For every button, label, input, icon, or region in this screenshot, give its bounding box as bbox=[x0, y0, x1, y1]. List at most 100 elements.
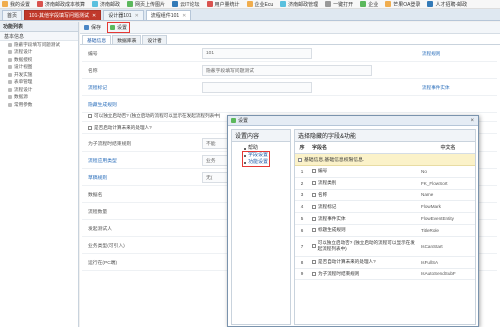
bookmark-icon bbox=[37, 1, 44, 7]
bookmark-icon bbox=[427, 1, 434, 7]
checkbox[interactable] bbox=[312, 228, 316, 233]
checkbox[interactable] bbox=[312, 216, 316, 221]
field-selection-header: 选择隐藏的字段&功能 bbox=[295, 130, 475, 142]
future-handler-checkbox[interactable]: 是否启动计算未来的处理人? bbox=[82, 125, 152, 131]
tab-bar: 首页 101-其他字段填写问题测试 ✕ 设计器101 ✕ 流程组件101 ✕ bbox=[0, 9, 500, 21]
tab-database-table[interactable]: 数据库表 bbox=[112, 35, 142, 44]
toolbar: 保存 设置 bbox=[80, 22, 500, 34]
checkbox[interactable] bbox=[312, 169, 316, 174]
sidebar-group-title[interactable]: 基本信息 bbox=[0, 32, 78, 41]
sidebar-item[interactable]: 开发实施 bbox=[0, 71, 78, 79]
bookmark-icon bbox=[246, 1, 253, 7]
table-row[interactable]: 8 是否自动计算未来的处理人? IsFullSA bbox=[295, 257, 475, 269]
save-icon bbox=[84, 25, 89, 30]
checkbox[interactable] bbox=[88, 113, 92, 118]
table-row[interactable]: 7 可以独立启动否? (独立启动的流程可以显示在发起流程列表中) IsCanStar… bbox=[295, 237, 475, 257]
sidebar-item[interactable]: 数据授权 bbox=[0, 56, 78, 64]
bookmark-icon bbox=[280, 1, 287, 7]
bookmark-item[interactable]: 济南邮政成本核算 bbox=[37, 1, 85, 8]
sidebar-item[interactable]: 流程设计 bbox=[0, 49, 78, 57]
form-link[interactable]: 流程事件实体 bbox=[422, 85, 450, 91]
sidebar-item[interactable]: 数据源 bbox=[0, 94, 78, 102]
sidebar-item[interactable]: 隐蔽字段填写问题测试 bbox=[0, 41, 78, 49]
field-value[interactable] bbox=[202, 82, 312, 93]
bookmark-icon bbox=[325, 1, 332, 7]
start-independently-checkbox[interactable]: 可以独立启动否? (独立启动的流程可以显示在发起流程列表中) bbox=[82, 113, 220, 119]
bookmark-item[interactable]: 济南邮政 bbox=[92, 1, 120, 8]
gear-icon bbox=[110, 25, 116, 30]
gear-icon bbox=[231, 118, 236, 123]
tab-designer-info[interactable]: 设计者 bbox=[142, 35, 167, 44]
sidebar-item[interactable]: 流程设计 bbox=[0, 86, 78, 94]
tab-basic-info[interactable]: 基础信息 bbox=[82, 35, 112, 44]
sidebar-header: 功能列表 bbox=[0, 22, 78, 32]
bookmark-icon bbox=[2, 1, 8, 7]
checkbox[interactable] bbox=[312, 181, 316, 186]
highlight-box bbox=[242, 151, 270, 167]
tab-flow-test[interactable]: 101-其他字段填写问题测试 ✕ bbox=[24, 10, 102, 20]
bookmark-item[interactable]: 企业 bbox=[360, 1, 378, 8]
settings-nav-header: 设置内容 bbox=[232, 130, 290, 142]
close-icon[interactable]: × bbox=[470, 118, 474, 124]
bookmark-item[interactable]: 芒果OA登录 bbox=[385, 1, 420, 8]
table-row[interactable]: 5 流程事件实体 FlowEventEntity bbox=[295, 213, 475, 225]
sidebar: 功能列表 基本信息 隐蔽字段填写问题测试 流程设计 数据授权 设计视图 开发实施… bbox=[0, 22, 79, 327]
table-row[interactable]: 1 编号 No bbox=[295, 166, 475, 178]
bookmark-icon bbox=[172, 1, 179, 7]
close-icon[interactable]: ✕ bbox=[182, 13, 186, 19]
form-link[interactable]: 流程规则 bbox=[422, 51, 440, 57]
bookmark-item[interactable]: 我的设置 bbox=[2, 1, 30, 8]
tab-flow-properties[interactable]: 流程组件101 ✕ bbox=[145, 10, 192, 20]
sidebar-item[interactable]: 常用参数 bbox=[0, 101, 78, 109]
checkbox[interactable] bbox=[312, 271, 316, 276]
bookmark-icon bbox=[206, 1, 213, 7]
bookmark-icon bbox=[127, 1, 134, 7]
bookmark-icon bbox=[385, 1, 392, 7]
table-row[interactable]: 3 名称 Name bbox=[295, 190, 475, 202]
close-icon[interactable]: ✕ bbox=[135, 13, 139, 19]
page-icon bbox=[8, 65, 12, 70]
settings-button[interactable]: 设置 bbox=[107, 22, 131, 33]
close-icon[interactable]: ✕ bbox=[92, 13, 96, 19]
checkbox[interactable] bbox=[312, 192, 316, 197]
group-row[interactable]: 基础信息,基础信息权限信息. bbox=[295, 154, 475, 166]
sidebar-item[interactable]: 表单管理 bbox=[0, 79, 78, 87]
bullet-icon bbox=[244, 147, 246, 150]
table-row[interactable]: 4 流程标记 FlowMark bbox=[295, 201, 475, 214]
tab-designer[interactable]: 设计器101 ✕ bbox=[103, 10, 144, 20]
field-selection-panel: 选择隐藏的字段&功能 序 字段名 中文名 基础信息,基础信息权限信息. 1 编号 N… bbox=[294, 129, 476, 325]
page-icon bbox=[8, 50, 12, 55]
page-icon bbox=[8, 42, 12, 47]
checkbox[interactable] bbox=[312, 260, 316, 265]
field-value[interactable]: 101 bbox=[202, 48, 312, 59]
table-row[interactable]: 9 为子流程时结束规则 IsAutoSendSubF bbox=[295, 269, 475, 281]
subtab-bar: 基础信息 数据库表 设计者 bbox=[80, 35, 500, 45]
tab-home[interactable]: 首页 bbox=[2, 10, 23, 20]
settings-dialog: 设置 × 设置内容 帮助 字段设置 功能设置 选择隐藏的字段&功能 序 字段名 … bbox=[227, 115, 479, 327]
bookmark-item[interactable]: 济南邮政管理 bbox=[280, 1, 318, 8]
field-value[interactable]: 隐蔽字段填写问题测试 bbox=[202, 65, 372, 76]
table-row[interactable]: 2 流程类别 FK_FlowSort bbox=[295, 178, 475, 190]
bookmark-item[interactable]: 企业Ecu bbox=[246, 1, 273, 8]
bookmark-item[interactable]: 云IT论坛 bbox=[172, 1, 200, 8]
page-icon bbox=[8, 87, 12, 92]
form-row: 名称 隐蔽字段填写问题测试 bbox=[82, 63, 497, 79]
sidebar-item[interactable]: 设计视图 bbox=[0, 64, 78, 72]
bookmark-item[interactable]: 网页上传图片 bbox=[127, 1, 165, 8]
form-row: 流程标记 流程事件实体 bbox=[82, 80, 497, 96]
save-button[interactable]: 保存 bbox=[82, 23, 103, 32]
page-icon bbox=[8, 102, 12, 107]
checkbox[interactable] bbox=[312, 244, 316, 249]
bookmark-icon bbox=[92, 1, 99, 7]
checkbox[interactable] bbox=[88, 125, 92, 130]
bookmark-item[interactable]: 一键打开 bbox=[325, 1, 353, 8]
checkbox[interactable] bbox=[312, 204, 316, 209]
bookmark-item[interactable]: 人才招聘-邮政 bbox=[427, 1, 467, 8]
page-icon bbox=[8, 95, 12, 100]
bookmarks-bar: 我的设置 济南邮政成本核算 济南邮政 网页上传图片 云IT论坛 用户量统计 企业… bbox=[0, 0, 500, 9]
table-header: 序 字段名 中文名 bbox=[295, 142, 475, 154]
checkbox[interactable] bbox=[298, 157, 302, 162]
dialog-titlebar[interactable]: 设置 bbox=[228, 116, 478, 126]
table-row[interactable]: 6 标题生成规则 TitleRole bbox=[295, 225, 475, 237]
bookmark-item[interactable]: 用户量统计 bbox=[206, 1, 240, 8]
